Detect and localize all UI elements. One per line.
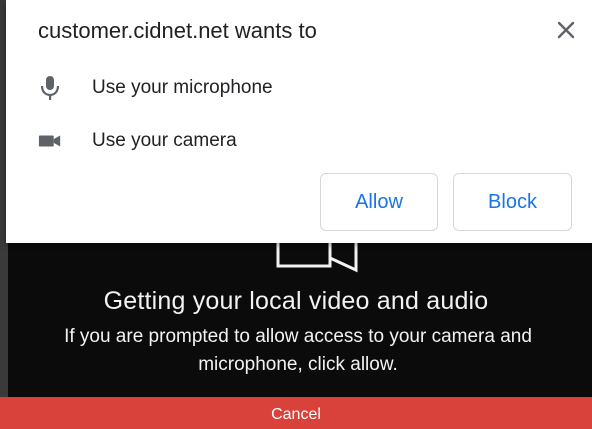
permission-label-microphone: Use your microphone xyxy=(92,77,273,98)
close-icon xyxy=(557,21,575,39)
prompt-title: customer.cidnet.net wants to xyxy=(38,18,317,43)
permission-microphone: Use your microphone xyxy=(38,73,273,103)
allow-button[interactable]: Allow xyxy=(320,173,438,231)
block-button[interactable]: Block xyxy=(453,173,572,231)
loading-message: If you are prompted to allow access to y… xyxy=(64,326,532,375)
permission-camera: Use your camera xyxy=(38,126,237,156)
permission-prompt: customer.cidnet.net wants to Use your mi… xyxy=(6,0,592,243)
loading-heading: Getting your local video and audio xyxy=(103,287,489,315)
permission-label-camera: Use your camera xyxy=(92,130,237,151)
close-button[interactable] xyxy=(548,12,584,48)
camera-icon xyxy=(38,129,62,153)
microphone-icon xyxy=(38,76,62,100)
cancel-button[interactable]: Cancel xyxy=(0,397,592,429)
stage: Getting your local video and audio If yo… xyxy=(0,0,592,429)
